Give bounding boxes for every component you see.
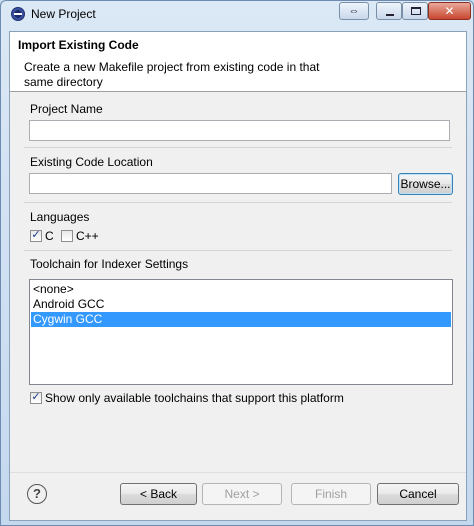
maximize-icon [411,7,421,15]
c-checkbox-label[interactable]: C [45,229,54,243]
divider [24,202,452,203]
help-icon[interactable]: ? [27,484,47,504]
eclipse-app-icon [11,7,25,21]
divider [24,250,452,251]
restore-button[interactable]: ⇔ [339,2,369,20]
title-bar[interactable]: New Project ⇔ ✕ [1,1,473,27]
dialog-body: Import Existing Code Create a new Makefi… [9,31,467,521]
close-button[interactable]: ✕ [428,2,471,20]
window-title: New Project [31,7,96,21]
filter-toolchains-checkbox[interactable]: ✓ [30,391,42,404]
browse-button[interactable]: Browse... [398,173,453,195]
list-item[interactable]: <none> [31,282,451,297]
c-checkbox[interactable]: ✓ [30,229,42,242]
next-button[interactable]: Next > [202,483,282,505]
list-item[interactable]: Android GCC [31,297,451,312]
footer-divider [10,472,466,473]
list-item-selected[interactable]: Cygwin GCC [31,312,451,327]
finish-button[interactable]: Finish [291,483,371,505]
project-name-label: Project Name [30,102,103,116]
toolchain-list[interactable]: <none> Android GCC Cygwin GCC [29,279,453,385]
wizard-header: Import Existing Code Create a new Makefi… [10,32,466,92]
project-name-field[interactable] [29,120,450,141]
maximize-button[interactable] [402,2,428,20]
code-location-field[interactable] [29,173,392,194]
page-description: Create a new Makefile project from exist… [24,60,320,89]
minimize-icon [386,14,394,16]
back-button[interactable]: < Back [120,483,197,505]
cpp-checkbox-label[interactable]: C++ [76,229,99,243]
checkmark-icon: ✓ [31,391,41,403]
page-title: Import Existing Code [18,38,139,52]
close-icon: ✕ [444,4,455,18]
double-arrow-icon: ⇔ [348,5,360,17]
filter-toolchains-label[interactable]: Show only available toolchains that supp… [45,391,344,405]
new-project-window: New Project ⇔ ✕ Import Existing Code Cre… [0,0,474,526]
divider [24,147,452,148]
toolchain-label: Toolchain for Indexer Settings [30,257,189,271]
cancel-button[interactable]: Cancel [377,483,459,505]
code-location-label: Existing Code Location [30,155,153,169]
checkmark-icon: ✓ [31,229,41,241]
minimize-button[interactable] [376,2,402,20]
cpp-checkbox[interactable] [61,230,73,242]
languages-label: Languages [30,210,90,224]
